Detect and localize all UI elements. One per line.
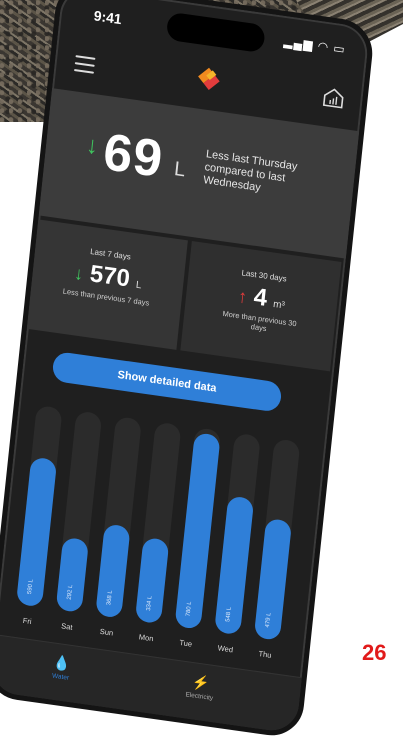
bar-mon[interactable]: 334 L — [134, 536, 170, 625]
today-value: 69 — [100, 123, 167, 190]
bar-thu[interactable]: 479 L — [253, 517, 293, 641]
bar-value-label: 479 L — [264, 612, 273, 629]
trend-up-arrow-icon: ↑ — [237, 285, 249, 308]
app-logo — [198, 67, 220, 90]
status-time: 9:41 — [93, 7, 123, 28]
bar-tue[interactable]: 780 L — [174, 432, 221, 630]
stat-value: 4 — [252, 283, 269, 312]
daily-usage-chart: 590 L Fri 292 L Sat 368 L Sun 334 L Mon 780 L Tue… — [9, 394, 321, 673]
day-label: Mon — [138, 632, 154, 644]
hamburger-menu-icon[interactable] — [73, 55, 96, 79]
bar-value-label: 590 L — [27, 578, 35, 595]
stat-unit: L — [135, 279, 142, 292]
day-label: Tue — [179, 637, 193, 649]
bar-track: 292 L — [55, 410, 103, 613]
day-label: Sat — [60, 621, 73, 632]
stat-last-30-days: Last 30 days ↑ 4 m³ More than previous 3… — [180, 240, 342, 372]
bar-value-label: 334 L — [145, 595, 154, 612]
page-number: 26 — [362, 640, 387, 665]
bar-wed[interactable]: 548 L — [214, 495, 255, 636]
bar-value-label: 292 L — [66, 584, 75, 601]
today-comparison-note: Less last Thursday compared to last Wedn… — [202, 148, 298, 195]
stat-last-7-days: Last 7 days ↓ 570 L Less than previous 7… — [26, 219, 188, 350]
stat-unit: m³ — [272, 298, 286, 312]
tab-water[interactable]: 💧 Water — [21, 649, 103, 686]
bar-track: 590 L — [15, 404, 63, 608]
trend-down-arrow-icon: ↓ — [84, 131, 100, 161]
day-label: Wed — [217, 643, 234, 655]
day-label: Sun — [99, 626, 114, 638]
bar-sun[interactable]: 368 L — [95, 523, 131, 619]
bar-track: 548 L — [214, 432, 261, 636]
bar-value-label: 548 L — [225, 606, 233, 623]
bar-track: 334 L — [134, 421, 182, 625]
bar-track: 479 L — [253, 438, 301, 641]
today-unit: L — [173, 157, 187, 182]
day-label: Fri — [22, 615, 33, 627]
stat-value: 570 — [88, 260, 132, 293]
bar-fri[interactable]: 590 L — [15, 456, 58, 608]
bar-sat[interactable]: 292 L — [55, 536, 89, 613]
bar-value-label: 368 L — [106, 589, 114, 606]
dynamic-island — [165, 11, 266, 54]
tab-electricity[interactable]: ⚡ Electricity — [159, 669, 241, 706]
bar-track: 368 L — [95, 416, 142, 619]
phone-screen: 9:41 ▂▄▆ ◠ ▭ ↓ 69 L Less last Thursday c… — [0, 0, 376, 740]
bar-track: 780 L — [174, 427, 222, 630]
phone-mockup: 9:41 ▂▄▆ ◠ ▭ ↓ 69 L Less last Thursday c… — [0, 0, 385, 741]
day-label: Thu — [258, 649, 272, 660]
signal-wifi-battery-icon: ▂▄▆ ◠ ▭ — [283, 34, 347, 57]
bar-value-label: 780 L — [185, 601, 194, 617]
trend-down-arrow-icon: ↓ — [73, 262, 85, 285]
home-signal-icon[interactable] — [322, 86, 346, 109]
